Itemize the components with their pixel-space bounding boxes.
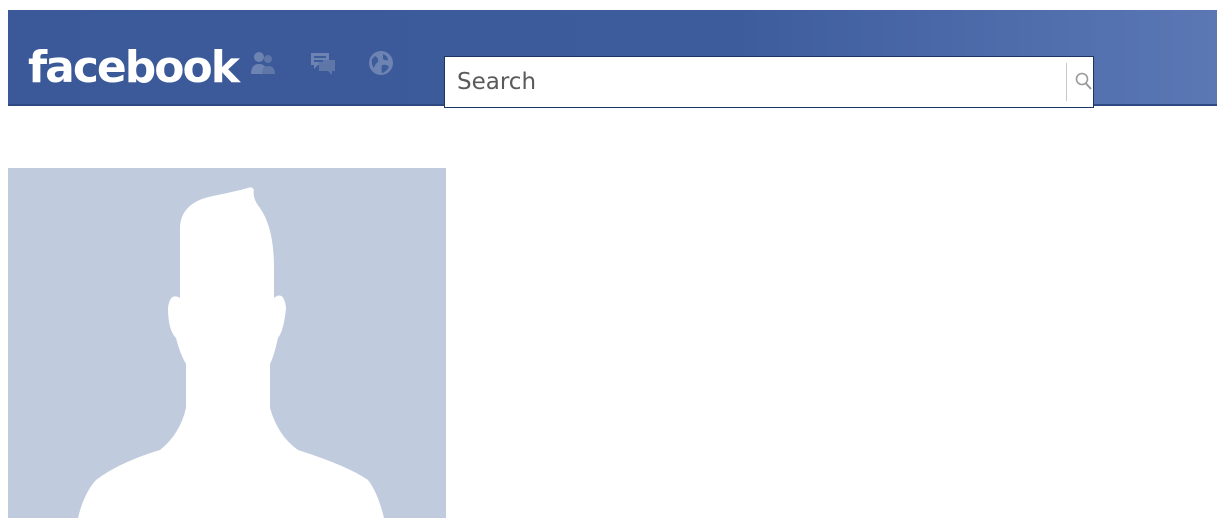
magnifier-icon[interactable] xyxy=(1074,71,1094,93)
notifications-globe-icon[interactable] xyxy=(366,48,396,78)
page: facebook xyxy=(0,0,1217,518)
profile-avatar[interactable] xyxy=(8,168,446,518)
top-bar: facebook xyxy=(8,10,1217,108)
default-silhouette-image xyxy=(78,187,384,518)
search-divider xyxy=(1066,63,1067,101)
search-input[interactable] xyxy=(445,57,1065,107)
messages-icon[interactable] xyxy=(308,48,338,78)
facebook-logo[interactable]: facebook xyxy=(28,42,240,94)
search-box xyxy=(444,56,1094,108)
friend-requests-icon[interactable] xyxy=(248,48,278,78)
